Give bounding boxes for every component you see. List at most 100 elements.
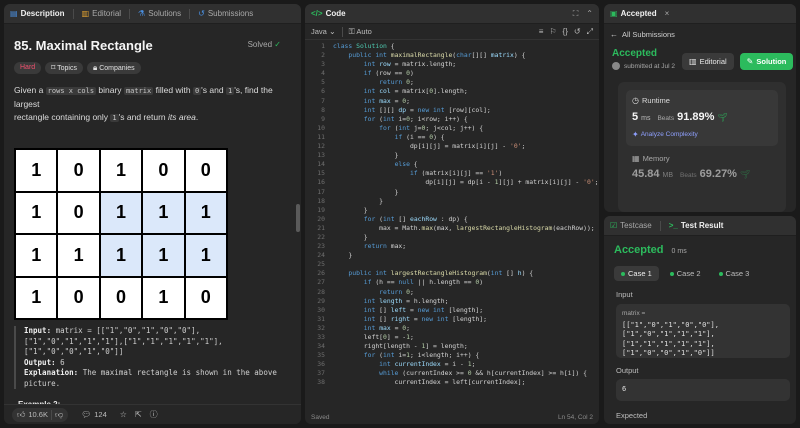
problem-description: Given a rows x cols binary matrix filled… (14, 84, 285, 125)
code-line: 15 if (matrix[i][j] == '1') (317, 169, 503, 178)
solved-badge: Solved ✓ (248, 40, 281, 49)
pass-dot (669, 271, 674, 276)
autocomplete-toggle[interactable]: ⚿ Auto (349, 27, 372, 36)
reset-icon[interactable]: ↺ (574, 27, 581, 36)
tab-test-result[interactable]: >_ Test Result (669, 221, 724, 230)
case-label: Case 2 (676, 269, 701, 278)
code-line: 9 for (int i=0; i<row; i++) { (321, 114, 468, 123)
tag-icon: ⌑ (51, 63, 56, 72)
code-line: 1 class Solution { (321, 42, 395, 50)
matrix-cell-highlighted: 1 (143, 235, 184, 276)
comments-button[interactable]: 💬︎ 124 (76, 408, 112, 421)
output-value: 6 (622, 385, 627, 394)
check-icon: ✓ (274, 40, 281, 49)
code-line: 11 if (i == 0) { (317, 132, 445, 141)
solution-button-label: Solution (756, 57, 787, 66)
matrix-cell: 0 (100, 277, 142, 318)
back-to-submissions[interactable]: ← All Submissions (610, 30, 675, 39)
code-line: 17 } (317, 187, 399, 196)
desc-text: Given a (14, 85, 44, 95)
matrix-cell: 1 (16, 192, 57, 233)
divider (129, 8, 131, 19)
input-var-name: matrix = (622, 310, 646, 317)
difficulty-badge[interactable]: Hard (14, 62, 42, 74)
lock-icon: 🔒︎ (92, 63, 98, 72)
tab-test-result-label: Test Result (680, 221, 724, 230)
cursor-position: Ln 54, Col 2 (557, 413, 593, 421)
tab-accepted[interactable]: ▣ Accepted (610, 9, 657, 18)
case-tab-2[interactable]: Case 2 (663, 266, 708, 281)
code-line: 24 } (317, 251, 353, 260)
runtime-card[interactable]: ◷ Runtime 5 ms Beats 91.89% 🌱︎ ✦ Analyze… (626, 90, 778, 146)
desc-text: 's and return (118, 112, 166, 122)
bookmark-icon[interactable]: ⚐ (549, 27, 556, 36)
code-line: 22 } (317, 232, 368, 241)
testcase-tabbar: ☑ Testcase >_ Test Result (604, 216, 796, 236)
maximize-icon[interactable]: ⛶ (573, 9, 579, 18)
desc-text: 's and (201, 85, 224, 95)
code-line: 7 int max = 0; (321, 96, 410, 105)
inline-code: 0 (192, 87, 202, 95)
help-icon[interactable]: ⓘ (150, 410, 158, 419)
braces-icon[interactable]: {} (563, 27, 568, 36)
output-box[interactable]: 6 (616, 379, 790, 401)
topics-chip[interactable]: ⌑ Topics (45, 62, 83, 74)
format-icon[interactable]: ≡ (539, 27, 544, 36)
output-value: 6 (55, 357, 65, 367)
comment-icon: 💬︎ (81, 409, 92, 419)
code-icon: </> (311, 8, 323, 18)
solution-button[interactable]: ✎ Solution (739, 53, 794, 70)
matrix-cell: 0 (185, 277, 226, 318)
inline-code: 1 (110, 114, 119, 122)
code-line: 23 return max; (317, 242, 407, 251)
code-line: 5 return 0; (321, 78, 414, 87)
description-icon: ▤ (10, 8, 18, 18)
memory-beats: 69.27% (699, 168, 737, 180)
code-line: 30 int [] left = new int [length]; (317, 305, 484, 314)
pass-dot (621, 271, 625, 276)
beats-label: Beats (657, 115, 675, 122)
matrix-cell: 1 (16, 235, 57, 276)
fullscreen-icon[interactable]: ⤢ (587, 27, 593, 36)
input-section-label: Input (616, 290, 633, 299)
language-select[interactable]: Java ⌄ (311, 27, 336, 36)
thumbs-up-icon[interactable]: 👍︎ (17, 410, 25, 419)
tab-description-label: Description (20, 9, 65, 18)
tab-solutions[interactable]: ⚗ Solutions (138, 9, 181, 18)
input-label: Input: (24, 326, 52, 335)
back-label: All Submissions (622, 30, 675, 39)
comment-count: 124 (94, 410, 107, 419)
submission-actions: ▥ Editorial ✎ Solution (682, 53, 794, 70)
thumbs-down-icon[interactable]: 👎︎ (55, 410, 63, 419)
tab-submissions[interactable]: ↺ Submissions (198, 9, 253, 18)
tab-editorial[interactable]: ▥ Editorial (82, 9, 121, 18)
tab-testcase[interactable]: ☑ Testcase (610, 221, 652, 230)
star-icon[interactable]: ☆ (120, 410, 127, 419)
case-tab-1[interactable]: Case 1 (614, 266, 659, 281)
code-line: 35 for (int i=1; i<length; i++) { (317, 351, 480, 360)
share-icon[interactable]: ⇱ (135, 410, 142, 419)
tab-submissions-label: Submissions (207, 9, 254, 18)
analyze-complexity-link[interactable]: ✦ Analyze Complexity (632, 131, 698, 139)
input-box[interactable]: matrix = [["1","0","1","0","0"],["1","0"… (616, 304, 790, 358)
memory-header[interactable]: ▦ Memory (632, 154, 670, 163)
matrix-cell: 1 (143, 277, 184, 318)
code-editor[interactable]: 1 class Solution { 2 public int maximalRe… (305, 42, 599, 410)
input-value: ["1","0","0","1","0"]] (24, 347, 124, 356)
mode-value: Auto (356, 27, 372, 36)
description-scrollbar[interactable] (296, 204, 300, 232)
matrix-cell-highlighted: 1 (185, 235, 226, 276)
runtime-unit: ms (641, 115, 651, 122)
companies-chip[interactable]: 🔒︎ Companies (86, 62, 141, 74)
close-icon[interactable]: × (665, 9, 670, 18)
example-matrix-image: 1 0 1 0 0 1 0 1 1 1 1 1 1 1 1 1 0 0 1 0 (14, 148, 228, 320)
tab-code[interactable]: </> Code (311, 9, 346, 18)
leaf-icon: 🌱︎ (739, 170, 751, 179)
case-tab-3[interactable]: Case 3 (712, 266, 757, 281)
editorial-button[interactable]: ▥ Editorial (682, 53, 734, 70)
output-section-label: Output (616, 366, 639, 375)
chevron-up-icon[interactable]: ⌃ (586, 9, 593, 18)
tab-description[interactable]: ▤ Description (10, 9, 65, 18)
submissions-icon: ↺ (198, 8, 205, 18)
terminal-icon: >_ (668, 220, 678, 230)
